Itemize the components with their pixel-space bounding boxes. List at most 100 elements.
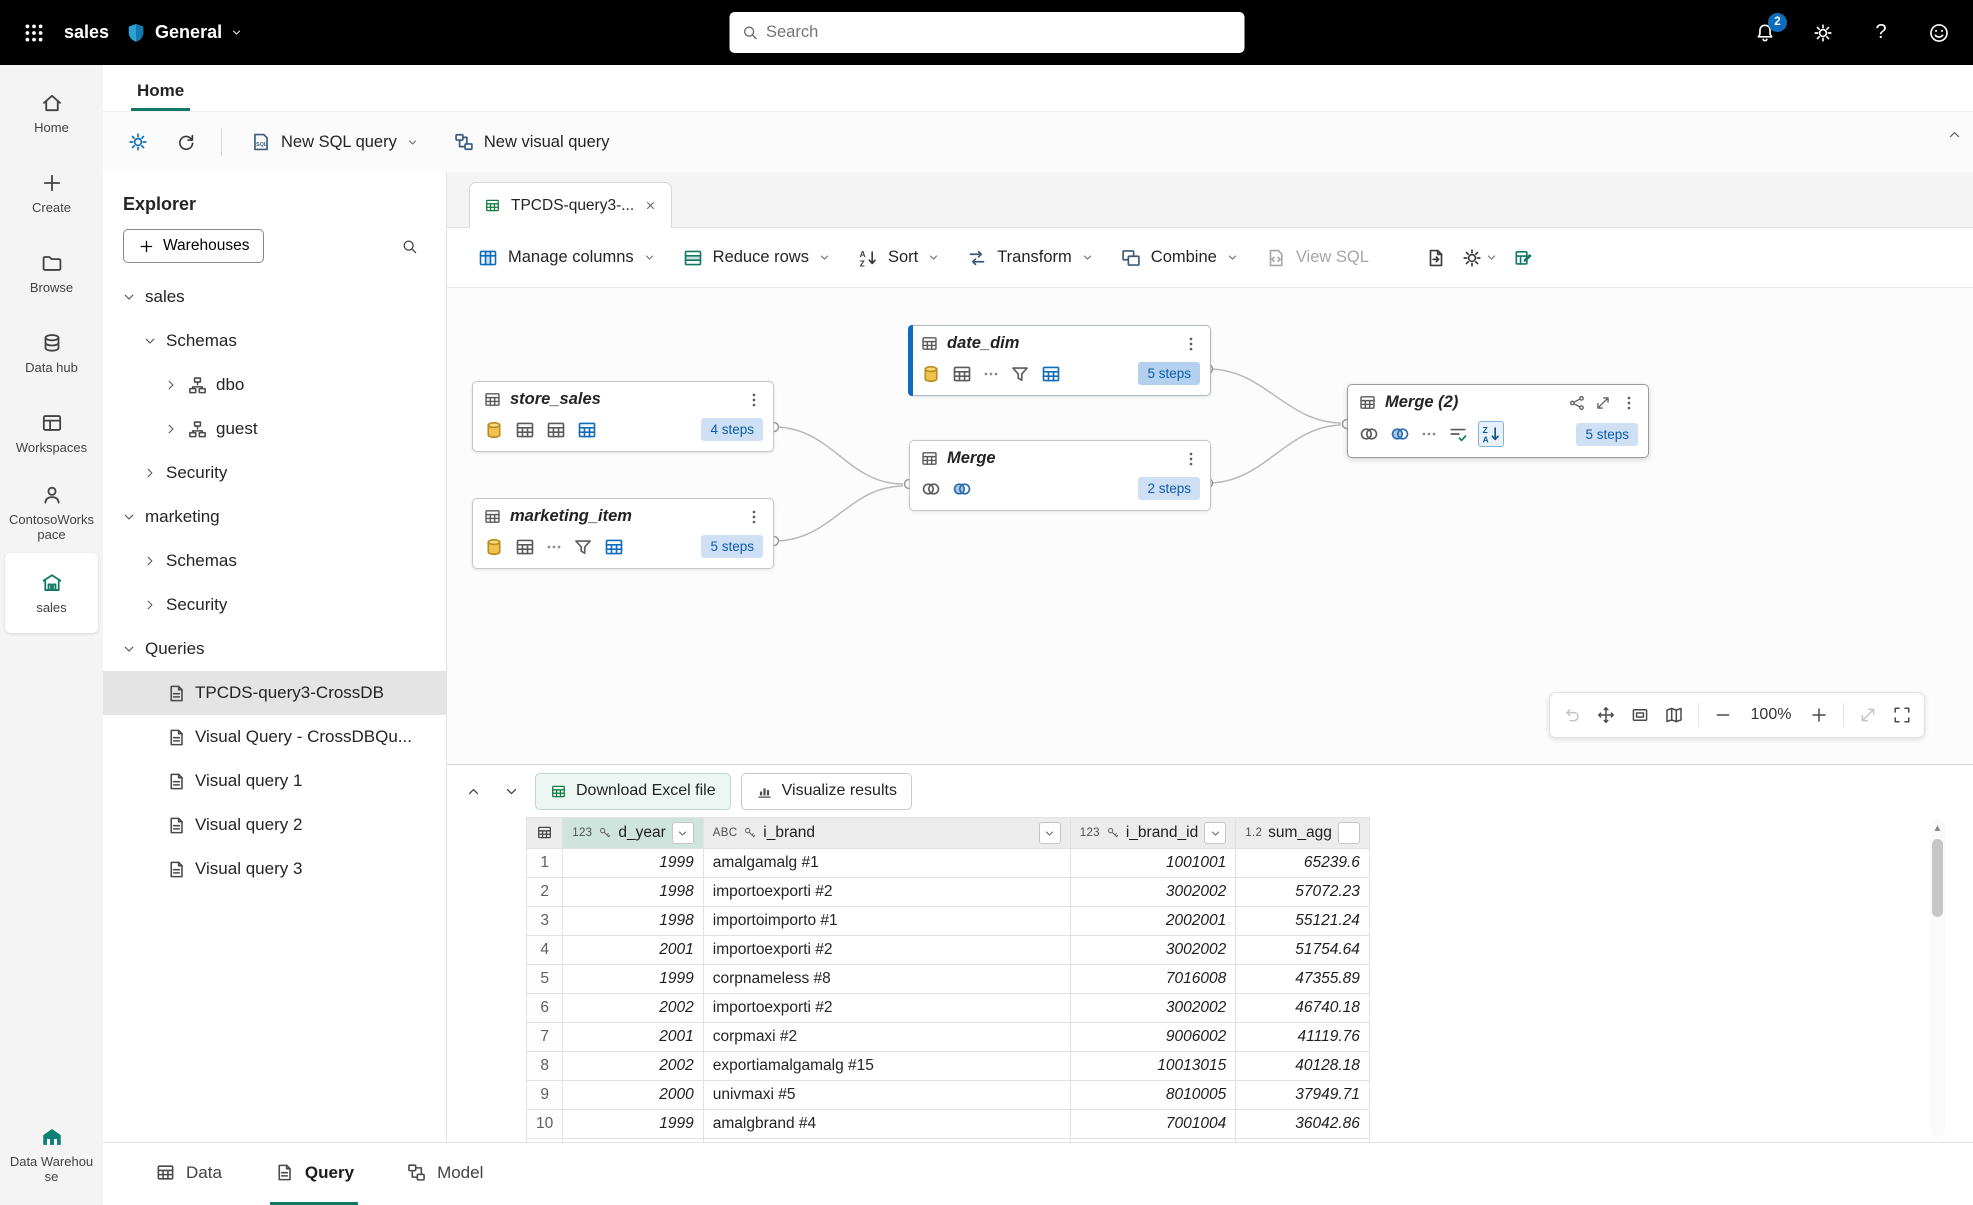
cell-d-year[interactable]: 1998: [563, 878, 704, 907]
steps-badge[interactable]: 5 steps: [1138, 362, 1200, 385]
zoom-in-icon[interactable]: [1809, 705, 1829, 725]
view-tab-query[interactable]: Query: [270, 1143, 358, 1205]
data-source-icon[interactable]: [920, 363, 942, 385]
column-header-i-brand-id[interactable]: 123 i_brand_id: [1070, 818, 1236, 849]
workspace-switcher[interactable]: General: [125, 22, 243, 44]
chevron-down-icon[interactable]: [142, 333, 158, 349]
tree-item-visual-query-1[interactable]: Visual query 1: [103, 759, 446, 803]
rail-item-home[interactable]: Home: [5, 73, 98, 153]
cell-i-brand[interactable]: amalgbrand #4: [703, 1110, 1070, 1139]
tree-item-schemas[interactable]: Schemas: [103, 539, 446, 583]
sort-step-selected[interactable]: [1478, 421, 1504, 447]
export-template-button[interactable]: [1417, 239, 1455, 277]
query-node-date-dim[interactable]: date_dim 5 steps: [909, 325, 1211, 396]
close-tab-icon[interactable]: [644, 199, 657, 212]
app-launcher-button[interactable]: [20, 19, 48, 47]
collapse-results-button[interactable]: [497, 777, 525, 805]
query-node-merge-2[interactable]: Merge (2) 5 steps: [1347, 384, 1649, 458]
filter-step-icon[interactable]: [572, 536, 594, 558]
collapse-diagram-icon[interactable]: [1858, 705, 1878, 725]
vertical-scrollbar[interactable]: ▲: [1930, 819, 1945, 1138]
step-table-icon[interactable]: [514, 536, 536, 558]
rail-item-data-warehouse[interactable]: Data Warehouse: [5, 1115, 98, 1195]
tree-item-queries[interactable]: Queries: [103, 627, 446, 671]
cell-d-year[interactable]: 2000: [563, 1081, 704, 1110]
view-sql-button[interactable]: View SQL: [1255, 239, 1379, 277]
step-table-icon[interactable]: [545, 419, 567, 441]
chevron-down-icon[interactable]: [121, 641, 137, 657]
settings-button[interactable]: [1809, 19, 1837, 47]
rail-item-contosoworkspace[interactable]: ContosoWorkspace: [5, 473, 98, 553]
explorer-search-button[interactable]: [392, 229, 426, 263]
minimap-icon[interactable]: [1664, 705, 1684, 725]
query-node-store-sales[interactable]: store_sales 4 steps: [472, 381, 774, 452]
rail-item-create[interactable]: Create: [5, 153, 98, 233]
tree-item-security[interactable]: Security: [103, 583, 446, 627]
column-header-d-year[interactable]: 123 d_year: [563, 818, 704, 849]
collapsed-steps-icon[interactable]: [1420, 425, 1438, 443]
steps-badge[interactable]: 4 steps: [701, 418, 763, 441]
collapse-ribbon-button[interactable]: [1946, 126, 1963, 144]
rail-item-data-hub[interactable]: Data hub: [5, 313, 98, 393]
manage-columns-button[interactable]: Manage columns: [467, 239, 666, 277]
cell-d-year[interactable]: 2001: [563, 1023, 704, 1052]
collapsed-steps-icon[interactable]: [982, 365, 1000, 383]
fullscreen-icon[interactable]: [1892, 705, 1912, 725]
cell-i-brand-id[interactable]: 7016008: [1070, 965, 1236, 994]
tree-item-visual-query-2[interactable]: Visual query 2: [103, 803, 446, 847]
chevron-right-icon[interactable]: [163, 421, 179, 437]
chevron-right-icon[interactable]: [142, 465, 158, 481]
cell-i-brand-id[interactable]: 3002002: [1070, 878, 1236, 907]
steps-badge[interactable]: 5 steps: [701, 535, 763, 558]
cell-sum-agg[interactable]: 46740.18: [1236, 994, 1370, 1023]
more-options-icon[interactable]: [1620, 394, 1638, 412]
cell-i-brand-id[interactable]: 8010005: [1070, 1081, 1236, 1110]
download-excel-button[interactable]: Download Excel file: [535, 773, 731, 810]
tree-item-guest[interactable]: guest: [103, 407, 446, 451]
tree-item-security[interactable]: Security: [103, 451, 446, 495]
sort-button[interactable]: Sort: [847, 239, 950, 277]
cell-d-year[interactable]: 1999: [563, 849, 704, 878]
filter-dropdown-button[interactable]: [1039, 822, 1061, 844]
steps-badge[interactable]: 5 steps: [1576, 423, 1638, 446]
query-node-merge[interactable]: Merge 2 steps: [909, 440, 1211, 511]
cell-i-brand-id[interactable]: 1001001: [1070, 849, 1236, 878]
query-settings-button[interactable]: [1461, 239, 1499, 277]
view-tab-data[interactable]: Data: [151, 1143, 226, 1205]
column-header-sum-agg[interactable]: 1.2 sum_agg: [1236, 818, 1370, 849]
cell-i-brand[interactable]: corpmaxi #2: [703, 1023, 1070, 1052]
chevron-right-icon[interactable]: [163, 377, 179, 393]
expand-node-icon[interactable]: [1594, 394, 1612, 412]
current-step-icon[interactable]: [1040, 363, 1062, 385]
expand-results-button[interactable]: [459, 777, 487, 805]
cell-sum-agg[interactable]: 57072.23: [1236, 878, 1370, 907]
choose-columns-step-icon[interactable]: [1447, 423, 1469, 445]
cell-sum-agg[interactable]: 37949.71: [1236, 1081, 1370, 1110]
data-source-icon[interactable]: [483, 419, 505, 441]
current-step-icon[interactable]: [603, 536, 625, 558]
cell-i-brand-id[interactable]: 3002002: [1070, 936, 1236, 965]
merge-queries-icon[interactable]: [1389, 423, 1411, 445]
fit-to-screen-icon[interactable]: [1630, 705, 1650, 725]
more-options-icon[interactable]: [1182, 335, 1200, 353]
view-tab-model[interactable]: Model: [402, 1143, 487, 1205]
cell-i-brand[interactable]: corpnameless #8: [703, 965, 1070, 994]
transform-button[interactable]: Transform: [956, 239, 1104, 277]
help-button[interactable]: ?: [1867, 19, 1895, 47]
new-visual-query-button[interactable]: New visual query: [441, 123, 622, 161]
cell-sum-agg[interactable]: 65239.6: [1236, 849, 1370, 878]
query-diagram-canvas[interactable]: store_sales 4 steps date_dim: [447, 288, 1973, 764]
cell-d-year[interactable]: 2002: [563, 1052, 704, 1081]
scrollbar-thumb[interactable]: [1932, 839, 1943, 917]
scroll-up-arrow[interactable]: ▲: [1930, 821, 1945, 835]
more-options-icon[interactable]: [1182, 450, 1200, 468]
steps-badge[interactable]: 2 steps: [1138, 477, 1200, 500]
rail-item-sales[interactable]: sales: [5, 553, 98, 633]
cell-sum-agg[interactable]: 40128.18: [1236, 1052, 1370, 1081]
chevron-down-icon[interactable]: [121, 289, 137, 305]
cell-i-brand-id[interactable]: 10013015: [1070, 1052, 1236, 1081]
combine-button[interactable]: Combine: [1110, 239, 1249, 277]
merge-queries-icon[interactable]: [951, 478, 973, 500]
cell-d-year[interactable]: 2001: [563, 936, 704, 965]
cell-i-brand[interactable]: importoexporti #2: [703, 994, 1070, 1023]
